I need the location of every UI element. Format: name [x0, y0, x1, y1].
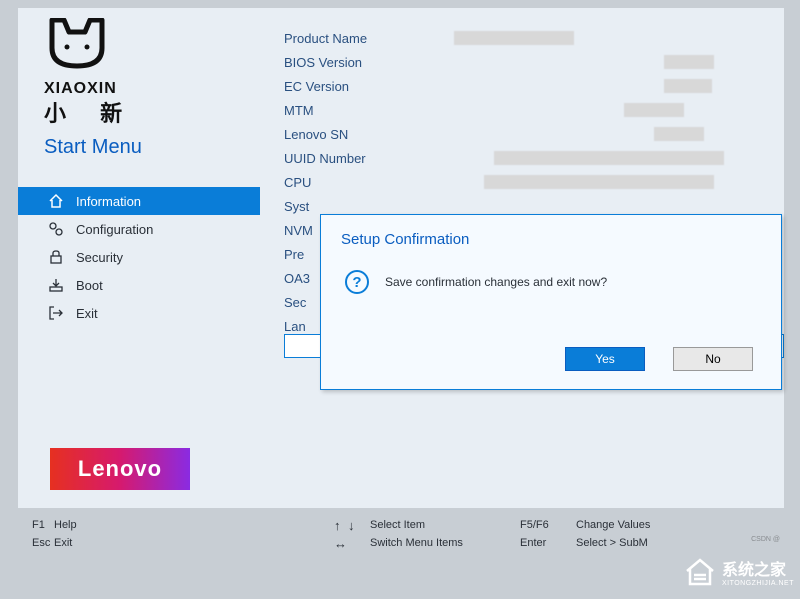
field-row: CPU [284, 170, 784, 194]
house-icon [684, 557, 716, 587]
field-row: BIOS Version [284, 50, 784, 74]
menu-item-boot[interactable]: Boot [18, 271, 260, 299]
field-label: Syst [284, 199, 454, 214]
lenovo-badge: Lenovo [50, 448, 190, 490]
exit-icon [48, 305, 64, 321]
menu-item-label: Boot [76, 278, 103, 293]
help-row: Esc Exit ↔ Switch Menu Items Enter Selec… [18, 534, 784, 552]
field-label: BIOS Version [284, 55, 454, 70]
field-value [484, 175, 714, 189]
help-key: Enter [520, 537, 576, 549]
field-row: EC Version [284, 74, 784, 98]
field-label: Lenovo SN [284, 127, 454, 142]
field-value [624, 103, 684, 117]
help-label: Help [54, 519, 334, 531]
help-label: Change Values [576, 519, 650, 531]
boot-icon [48, 277, 64, 293]
menu-item-label: Information [76, 194, 141, 209]
arrow-leftright-icon: ↔ [334, 536, 370, 551]
question-icon: ? [345, 270, 369, 294]
watermark-url: XITONGZHIJIA.NET [722, 580, 794, 587]
menu-item-configuration[interactable]: Configuration [18, 215, 260, 243]
bios-screen: XIAOXIN 小 新 Start Menu Information Confi… [18, 8, 784, 508]
field-label: UUID Number [284, 151, 454, 166]
brand-logo-block: XIAOXIN 小 新 [18, 8, 260, 128]
csdn-badge: CSDN @ [751, 536, 780, 543]
help-label: Select Item [370, 519, 520, 531]
help-bar: F1 Help ↑↓ Select Item F5/F6 Change Valu… [18, 516, 784, 552]
arrow-updown-icon: ↑↓ [334, 518, 370, 533]
watermark-brand: 系统之家 [722, 556, 794, 580]
help-label: Switch Menu Items [370, 537, 520, 549]
dialog-body: ? Save confirmation changes and exit now… [321, 248, 781, 294]
help-row: F1 Help ↑↓ Select Item F5/F6 Change Valu… [18, 516, 784, 534]
menu-item-label: Configuration [76, 222, 153, 237]
menu-item-label: Exit [76, 306, 98, 321]
field-label: Product Name [284, 31, 454, 46]
menu: Information Configuration Security Boot … [18, 187, 260, 327]
sidebar: XIAOXIN 小 新 Start Menu Information Confi… [18, 8, 260, 508]
menu-item-security[interactable]: Security [18, 243, 260, 271]
watermark: 系统之家 XITONGZHIJIA.NET [684, 556, 794, 587]
field-row: MTM [284, 98, 784, 122]
yes-button[interactable]: Yes [565, 347, 645, 371]
help-label: Select > SubM [576, 537, 648, 549]
field-label: EC Version [284, 79, 454, 94]
field-row: UUID Number [284, 146, 784, 170]
field-label: MTM [284, 103, 454, 118]
start-menu-title: Start Menu [44, 136, 260, 159]
field-row: Product Name [284, 26, 784, 50]
home-icon [48, 193, 64, 209]
help-key: F1 [18, 519, 54, 531]
help-key: Esc [18, 537, 54, 549]
field-value [494, 151, 724, 165]
help-label: Exit [54, 537, 334, 549]
lock-icon [48, 249, 64, 265]
field-label: CPU [284, 175, 454, 190]
dialog-message: Save confirmation changes and exit now? [385, 275, 607, 289]
field-value [664, 79, 712, 93]
menu-item-exit[interactable]: Exit [18, 299, 260, 327]
config-icon [48, 221, 64, 237]
dialog-buttons: Yes No [565, 347, 753, 371]
field-row: Lenovo SN [284, 122, 784, 146]
no-button[interactable]: No [673, 347, 753, 371]
field-value [664, 55, 714, 69]
help-key: F5/F6 [520, 519, 576, 531]
setup-confirmation-dialog: Setup Confirmation ? Save confirmation c… [320, 214, 782, 390]
xiaoxin-cat-icon [44, 18, 110, 73]
brand-chinese: 小 新 [44, 96, 260, 128]
field-value [654, 127, 704, 141]
menu-item-label: Security [76, 250, 123, 265]
dialog-title: Setup Confirmation [321, 215, 781, 248]
menu-item-information[interactable]: Information [18, 187, 260, 215]
field-value [454, 31, 574, 45]
